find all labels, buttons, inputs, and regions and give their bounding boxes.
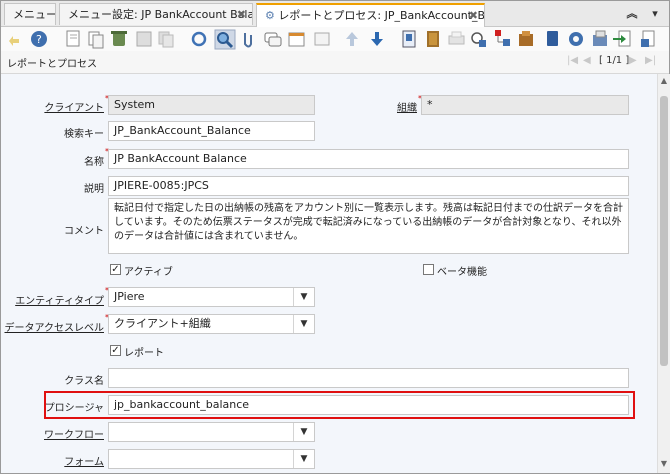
procedure-highlight-box <box>44 391 635 419</box>
class-name-field[interactable] <box>108 368 629 388</box>
arrow-down-icon <box>371 32 383 46</box>
close-icon[interactable]: ✖ <box>469 5 478 27</box>
comment-textarea[interactable]: 転記日付で指定した日の出納帳の残高をアカウント別に一覧表示します。残高は転記日付… <box>108 198 629 254</box>
attachment-icon <box>244 33 252 48</box>
window-title: レポートとプロセス <box>7 59 97 70</box>
active-checkbox[interactable]: ✓ <box>110 264 121 275</box>
help-icon: ? <box>31 31 47 47</box>
form-label: フォーム <box>64 457 104 468</box>
print-icon <box>448 31 465 45</box>
tab-menu-settings[interactable]: メニュー設定: JP BankAccount Balance ✖ <box>59 3 253 25</box>
active-label: アクティブ <box>124 267 173 278</box>
grid-toggle-icon <box>288 32 305 47</box>
history-icon <box>314 32 330 46</box>
entity-type-value: JPiere <box>114 290 145 303</box>
zoom-across-icon <box>471 32 486 47</box>
client-label: クライアント <box>44 103 104 114</box>
app-frame: メニュー メニュー設定: JP BankAccount Balance ✖ ⚙ … <box>0 0 670 474</box>
tab-menu[interactable]: メニュー <box>4 3 56 25</box>
workflow-icon <box>495 30 510 46</box>
comment-label: コメント <box>64 226 104 237</box>
chevron-down-icon[interactable]: ▼ <box>293 288 314 306</box>
data-access-value: クライアント+組織 <box>114 317 211 330</box>
archive-icon <box>427 31 439 47</box>
name-field[interactable]: JP BankAccount Balance <box>108 149 629 169</box>
next-record-icon[interactable]: ▶ <box>629 55 637 66</box>
undo-icon <box>9 36 19 46</box>
toolbar-icons: ? <box>9 29 655 50</box>
entity-type-label: エンティティタイプ <box>15 296 104 307</box>
report-checkbox[interactable]: ✓ <box>110 345 121 356</box>
tab-label: メニュー設定: JP BankAccount Balance <box>68 8 252 21</box>
org-label: 組織 <box>397 103 417 114</box>
post-icon <box>641 30 655 47</box>
product-info-icon <box>519 31 533 46</box>
scroll-thumb[interactable] <box>660 96 668 366</box>
beta-label: ベータ機能 <box>437 267 487 278</box>
import-icon <box>613 30 631 47</box>
description-label: 説明 <box>84 184 104 195</box>
chevron-down-icon[interactable]: ▾ <box>645 5 665 23</box>
tab-label: レポートとプロセス: JP_BankAccount_B... <box>278 9 485 22</box>
form-panel: クライアント * System 組織 * * 検索キー JP_BankAccou… <box>1 74 657 473</box>
chevron-down-icon[interactable]: ▼ <box>293 423 314 441</box>
export-icon <box>593 30 607 46</box>
refresh-icon <box>191 31 207 47</box>
chevron-down-icon[interactable]: ▼ <box>293 315 314 333</box>
name-label: 名称 <box>84 157 104 168</box>
description-field[interactable]: JPIERE-0085:JPCS <box>108 176 629 196</box>
record-nav: [ 1/1 ] <box>599 55 630 66</box>
window-title-bar: レポートとプロセス |◀ ◀ [ 1/1 ] ▶ ▶| <box>1 51 669 74</box>
report-label: レポート <box>124 348 164 359</box>
close-icon[interactable]: ✖ <box>237 4 246 25</box>
class-name-label: クラス名 <box>64 376 104 387</box>
tab-bar: メニュー メニュー設定: JP BankAccount Balance ✖ ⚙ … <box>1 1 669 27</box>
copy-icon <box>88 31 104 49</box>
collapse-up-icon[interactable]: ︽ <box>622 5 642 23</box>
beta-checkbox[interactable] <box>423 264 434 275</box>
scroll-down-icon[interactable]: ▼ <box>658 459 670 471</box>
last-record-icon[interactable]: ▶| <box>645 55 656 66</box>
tab-label: メニュー <box>13 8 56 21</box>
scroll-up-icon[interactable]: ▲ <box>658 76 670 88</box>
save-new-icon <box>158 31 174 48</box>
svg-text:?: ? <box>36 33 42 46</box>
entity-type-select[interactable]: JPiere ▼ <box>108 287 315 307</box>
gear-icon: ⚙ <box>265 9 275 22</box>
report-icon <box>402 30 416 48</box>
chevron-down-icon[interactable]: ▼ <box>293 450 314 468</box>
client-field[interactable]: System <box>108 95 315 115</box>
tab-report-process[interactable]: ⚙ レポートとプロセス: JP_BankAccount_B... ✖ <box>256 3 485 27</box>
arrow-up-icon <box>346 32 358 46</box>
chat-icon <box>264 32 282 47</box>
prev-record-icon[interactable]: ◀ <box>583 55 591 66</box>
search-key-label: 検索キー <box>64 129 104 140</box>
workflow-label: ワークフロー <box>44 430 104 441</box>
form-select[interactable]: ▼ <box>108 449 315 469</box>
workflow-select[interactable]: ▼ <box>108 422 315 442</box>
settings-gear-icon <box>569 32 583 46</box>
org-field[interactable]: * <box>421 95 629 115</box>
search-key-field[interactable]: JP_BankAccount_Balance <box>108 121 315 141</box>
vertical-scrollbar[interactable]: ▲ ▼ <box>657 74 670 473</box>
first-record-icon[interactable]: |◀ <box>567 55 578 66</box>
save-icon <box>136 31 152 47</box>
delete-icon <box>111 31 127 46</box>
toolbar: ? <box>1 27 669 51</box>
book-icon <box>547 31 558 46</box>
data-access-label: データアクセスレベル <box>4 323 105 334</box>
data-access-select[interactable]: クライアント+組織 ▼ <box>108 314 315 334</box>
new-record-icon <box>66 30 80 47</box>
